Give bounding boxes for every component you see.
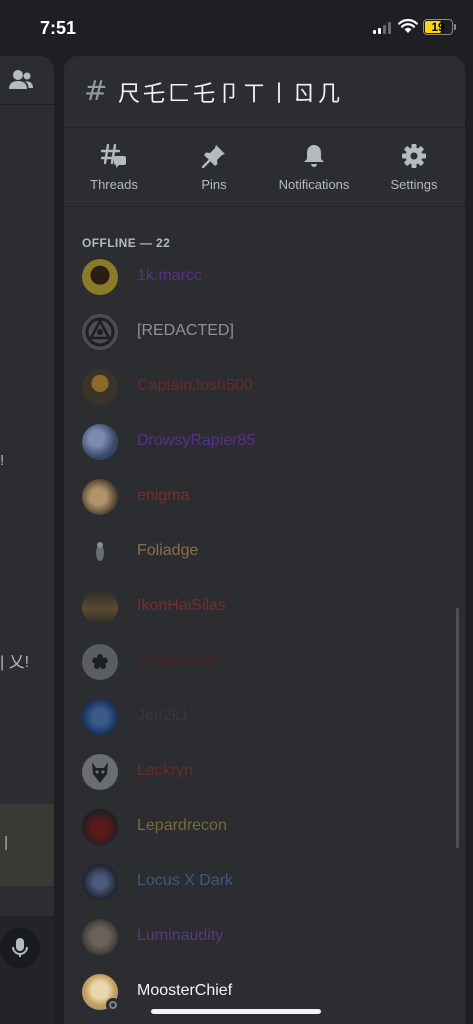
pins-button[interactable]: Pins [164,129,264,207]
member-name: 1k.marcc [137,267,202,284]
avatar [82,479,118,515]
avatar [82,314,118,350]
member-row[interactable]: Foliadge [64,528,465,576]
microphone-icon [12,938,28,957]
member-name: Locus X Dark [137,872,234,889]
member-name: CaptainJosh500 [137,377,253,394]
member-row[interactable]: enigma [64,473,465,521]
channel-actions: Threads Pins Notifications Settings [64,129,465,207]
threads-icon [101,143,126,168]
settings-button[interactable]: Settings [364,129,464,207]
member-row[interactable]: [REDACTED] [64,308,465,356]
highlighted-message: ᠋ | [0,804,54,886]
member-name: Lepardrecon [137,817,227,834]
member-row[interactable]: Lepardrecon [64,803,465,851]
member-row[interactable]: Luminaudity [64,913,465,961]
channel-name: 尺乇匚乇卩ㄒ丨ㄖ几 [118,82,344,107]
avatar [82,919,118,955]
signal-icon [373,22,393,34]
member-name: DrowsyRapier85 [137,432,256,449]
member-row[interactable]: Jen2k1 [64,693,465,741]
members-icon[interactable] [8,68,34,92]
member-row[interactable]: Locus X Dark [64,858,465,906]
threads-button[interactable]: Threads [64,129,164,207]
member-name: Luminaudity [137,927,224,944]
wifi-icon [398,18,418,34]
battery-icon: 19 [423,19,453,35]
threads-label: Threads [90,177,138,192]
member-name: Jen2k1 [137,707,189,724]
battery-level: 19 [431,20,445,34]
member-name: [REDACTED] [137,322,234,339]
home-indicator[interactable] [151,1009,321,1014]
avatar [82,259,118,295]
member-name: Innoweaver [137,652,220,669]
scrollbar[interactable] [456,608,459,848]
pins-label: Pins [201,177,227,192]
message-fragment: ᠋ | [0,834,9,851]
member-row[interactable]: IkonHaiSilas [64,583,465,631]
member-name: Lackryn [137,762,194,779]
notifications-label: Notifications [278,177,350,192]
member-name: MoosterChief [137,982,233,999]
member-row[interactable]: 1k.marcc [64,253,465,301]
status-time: 7:51 [40,18,77,38]
bell-icon [304,145,324,167]
message-fragment: ! [0,452,5,469]
avatar [82,699,118,735]
avatar [82,424,118,460]
pin-icon [201,145,225,169]
settings-label: Settings [390,177,438,192]
avatar [82,589,118,625]
hash-icon: # [84,74,108,107]
member-name: Foliadge [137,542,199,559]
gear-icon [402,144,426,168]
avatar [82,974,120,1012]
channel-member-panel: # 尺乇匚乇卩ㄒ丨ㄖ几 Threads Pins Notifications S… [64,56,465,1024]
avatar [82,864,118,900]
avatar [82,644,118,680]
avatar [82,534,118,570]
member-row[interactable]: CaptainJosh500 [64,363,465,411]
status-bar: 7:51 19 [0,0,473,54]
member-name: IkonHaiSilas [137,597,226,614]
avatar [82,754,118,790]
member-row[interactable]: DrowsyRapier85 [64,418,465,466]
member-row[interactable]: Innoweaver [64,638,465,686]
member-name: enigma [137,487,190,504]
offline-status-icon [106,998,120,1012]
notifications-button[interactable]: Notifications [264,129,364,207]
member-row[interactable]: Lackryn [64,748,465,796]
message-fragment: | 乂! [0,654,30,671]
offline-section-header: OFFLINE — 22 [82,236,171,250]
channel-header: # 尺乇匚乇卩ㄒ丨ㄖ几 [64,56,465,128]
background-channel-pane: ! | 乂! ᠋ | [0,56,54,1024]
avatar [82,369,118,405]
avatar [82,809,118,845]
microphone-button[interactable] [0,928,40,968]
